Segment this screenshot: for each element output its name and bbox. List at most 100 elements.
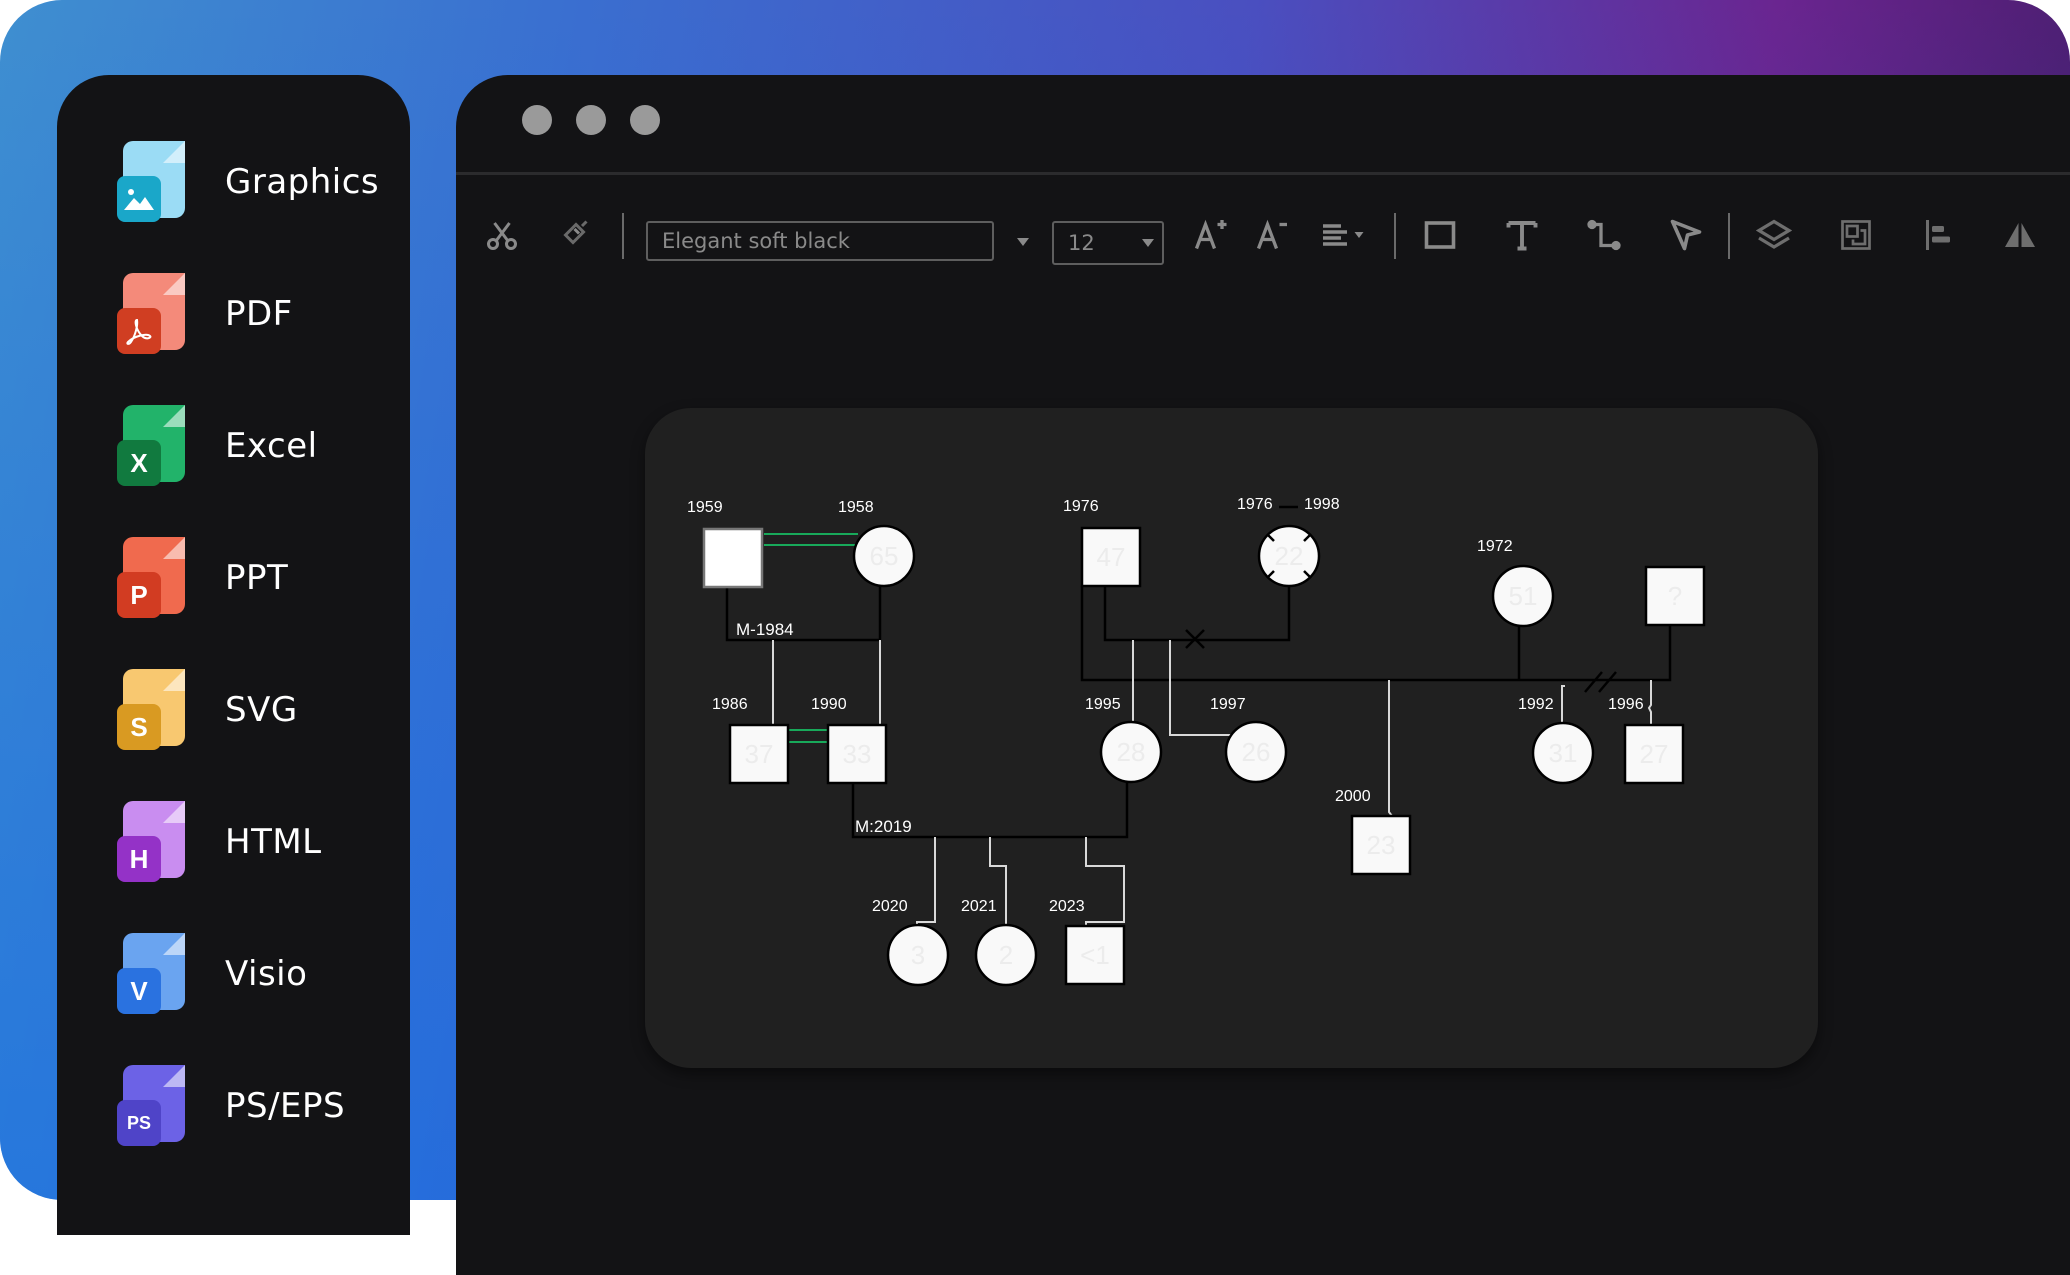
person-square[interactable]: 23 2000: [1335, 788, 1412, 876]
person-age: 65: [870, 541, 899, 571]
person-circle[interactable]: 51 1972: [1477, 538, 1555, 628]
align-left-icon[interactable]: [1318, 215, 1370, 255]
birth-year: 1997: [1210, 696, 1246, 713]
sidebar-item-html[interactable]: H HTML: [117, 797, 407, 887]
birth-year: 1996: [1608, 696, 1644, 713]
text-icon[interactable]: [1502, 215, 1542, 255]
sidebar-item-label: Graphics: [225, 162, 380, 202]
birth-year: 1976: [1237, 496, 1273, 513]
sidebar-item-graphics[interactable]: Graphics: [117, 137, 407, 227]
sidebar-item-label: PDF: [225, 294, 293, 334]
flip-icon[interactable]: [2000, 215, 2040, 255]
sidebar-item-label: PS/EPS: [225, 1086, 346, 1126]
sidebar-item-pseps[interactable]: PS PS/EPS: [117, 1061, 407, 1151]
align-objects-icon[interactable]: [1918, 215, 1958, 255]
birth-year: 2023: [1049, 898, 1085, 915]
sidebar-item-label: SVG: [225, 690, 298, 730]
birth-year: 1976: [1063, 498, 1099, 515]
genogram: 1959651958471976221976 1998511972?3719863…: [687, 496, 1706, 987]
font-size-value: 12: [1068, 231, 1095, 255]
person-circle[interactable]: 65 1958: [838, 499, 916, 588]
person-circle[interactable]: 31 1992: [1518, 696, 1595, 785]
person-circle[interactable]: 3 2020: [872, 898, 950, 987]
person-square[interactable]: 33 1990: [811, 696, 888, 785]
window-maximize-button[interactable]: [630, 105, 660, 135]
pdf-file-icon: [117, 273, 187, 355]
format-painter-icon[interactable]: [556, 215, 596, 255]
html-file-icon: H: [117, 801, 187, 883]
font-family-select[interactable]: Elegant soft black: [646, 221, 994, 261]
birth-year: 1992: [1518, 696, 1554, 713]
ppt-file-icon: P: [117, 537, 187, 619]
window-minimize-button[interactable]: [576, 105, 606, 135]
pointer-icon[interactable]: [1666, 215, 1706, 255]
sidebar-item-ppt[interactable]: P PPT: [117, 533, 407, 623]
separation-mark: [1584, 671, 1617, 693]
person-square[interactable]: ?: [1644, 565, 1706, 627]
person-circle[interactable]: 28 1995: [1085, 696, 1163, 784]
sidebar-item-excel[interactable]: X Excel: [117, 401, 407, 491]
connector-icon[interactable]: [1584, 215, 1624, 255]
birth-year: 2000: [1335, 788, 1371, 805]
person-age: ?: [1668, 581, 1682, 611]
person-circle[interactable]: 2 2021: [961, 898, 1038, 987]
birth-year: 1958: [838, 499, 874, 516]
death-year: 1998: [1304, 496, 1340, 513]
toolbar-separator: [1728, 213, 1730, 259]
export-format-sidebar: Graphics PDF X Excel P PPT S SVG H HTML V Visio PS PS…: [57, 75, 410, 1235]
sidebar-item-visio[interactable]: V Visio: [117, 929, 407, 1019]
birth-year: 1995: [1085, 696, 1121, 713]
person-age: 31: [1549, 738, 1578, 768]
svg-file-icon: S: [117, 669, 187, 751]
sidebar-item-label: Excel: [225, 426, 318, 466]
layers-icon[interactable]: [1754, 215, 1794, 255]
birth-year: 2020: [872, 898, 908, 915]
person-age: 47: [1097, 542, 1126, 572]
person-circle[interactable]: 26 1997: [1210, 696, 1288, 784]
birth-year: 1990: [811, 696, 847, 713]
toolbar-separator: [622, 213, 624, 259]
sidebar-item-svg[interactable]: S SVG: [117, 665, 407, 755]
person-age: 28: [1117, 737, 1146, 767]
font-decrease-icon[interactable]: [1252, 215, 1292, 255]
ps-file-icon: PS: [117, 1065, 187, 1147]
person-square[interactable]: 37 1986: [712, 696, 790, 785]
person-age: 3: [911, 940, 925, 970]
group-icon[interactable]: [1836, 215, 1876, 255]
sidebar-item-pdf[interactable]: PDF: [117, 269, 407, 359]
marriage-label-2019: M:2019: [855, 817, 912, 836]
person-age: 51: [1509, 581, 1538, 611]
person-circle[interactable]: 22 1976 1998: [1237, 496, 1340, 588]
diagram-canvas[interactable]: 1959 65 1958 47 1976 22 1976 1998 51 1972? 37 1986 3…: [645, 408, 1818, 1068]
person-age: 26: [1242, 737, 1271, 767]
toolbar-separator: [1394, 213, 1396, 259]
person-square[interactable]: 27 1996: [1608, 696, 1685, 785]
male-square: [702, 527, 764, 589]
birth-year: 1972: [1477, 538, 1513, 555]
image-file-icon: [117, 141, 187, 223]
sidebar-item-label: PPT: [225, 558, 289, 598]
person-age: <1: [1080, 940, 1110, 970]
font-family-dropdown-caret[interactable]: [1017, 238, 1029, 246]
font-size-select[interactable]: 12: [1052, 221, 1164, 265]
person-age: 22: [1275, 541, 1304, 571]
sidebar-item-label: Visio: [225, 954, 308, 994]
person-square[interactable]: 47 1976: [1063, 498, 1142, 588]
visio-file-icon: V: [117, 933, 187, 1015]
family-line-47-22: [1103, 586, 1291, 642]
font-increase-icon[interactable]: [1190, 215, 1230, 255]
child-lines: [772, 640, 1652, 926]
window-close-button[interactable]: [522, 105, 552, 135]
marriage-label-1984: M-1984: [736, 620, 794, 639]
birth-year: 1959: [687, 499, 723, 516]
scissors-icon[interactable]: [482, 215, 522, 255]
person-age: 27: [1640, 739, 1669, 769]
person-square[interactable]: <1 2023: [1049, 898, 1126, 986]
person-square[interactable]: 1959: [687, 499, 764, 589]
person-age: 33: [843, 739, 872, 769]
person-age: 37: [745, 739, 774, 769]
toolbar: Elegant soft black 12: [456, 195, 2070, 275]
rectangle-icon[interactable]: [1420, 215, 1460, 255]
person-age: 23: [1367, 830, 1396, 860]
birth-year: 1986: [712, 696, 748, 713]
